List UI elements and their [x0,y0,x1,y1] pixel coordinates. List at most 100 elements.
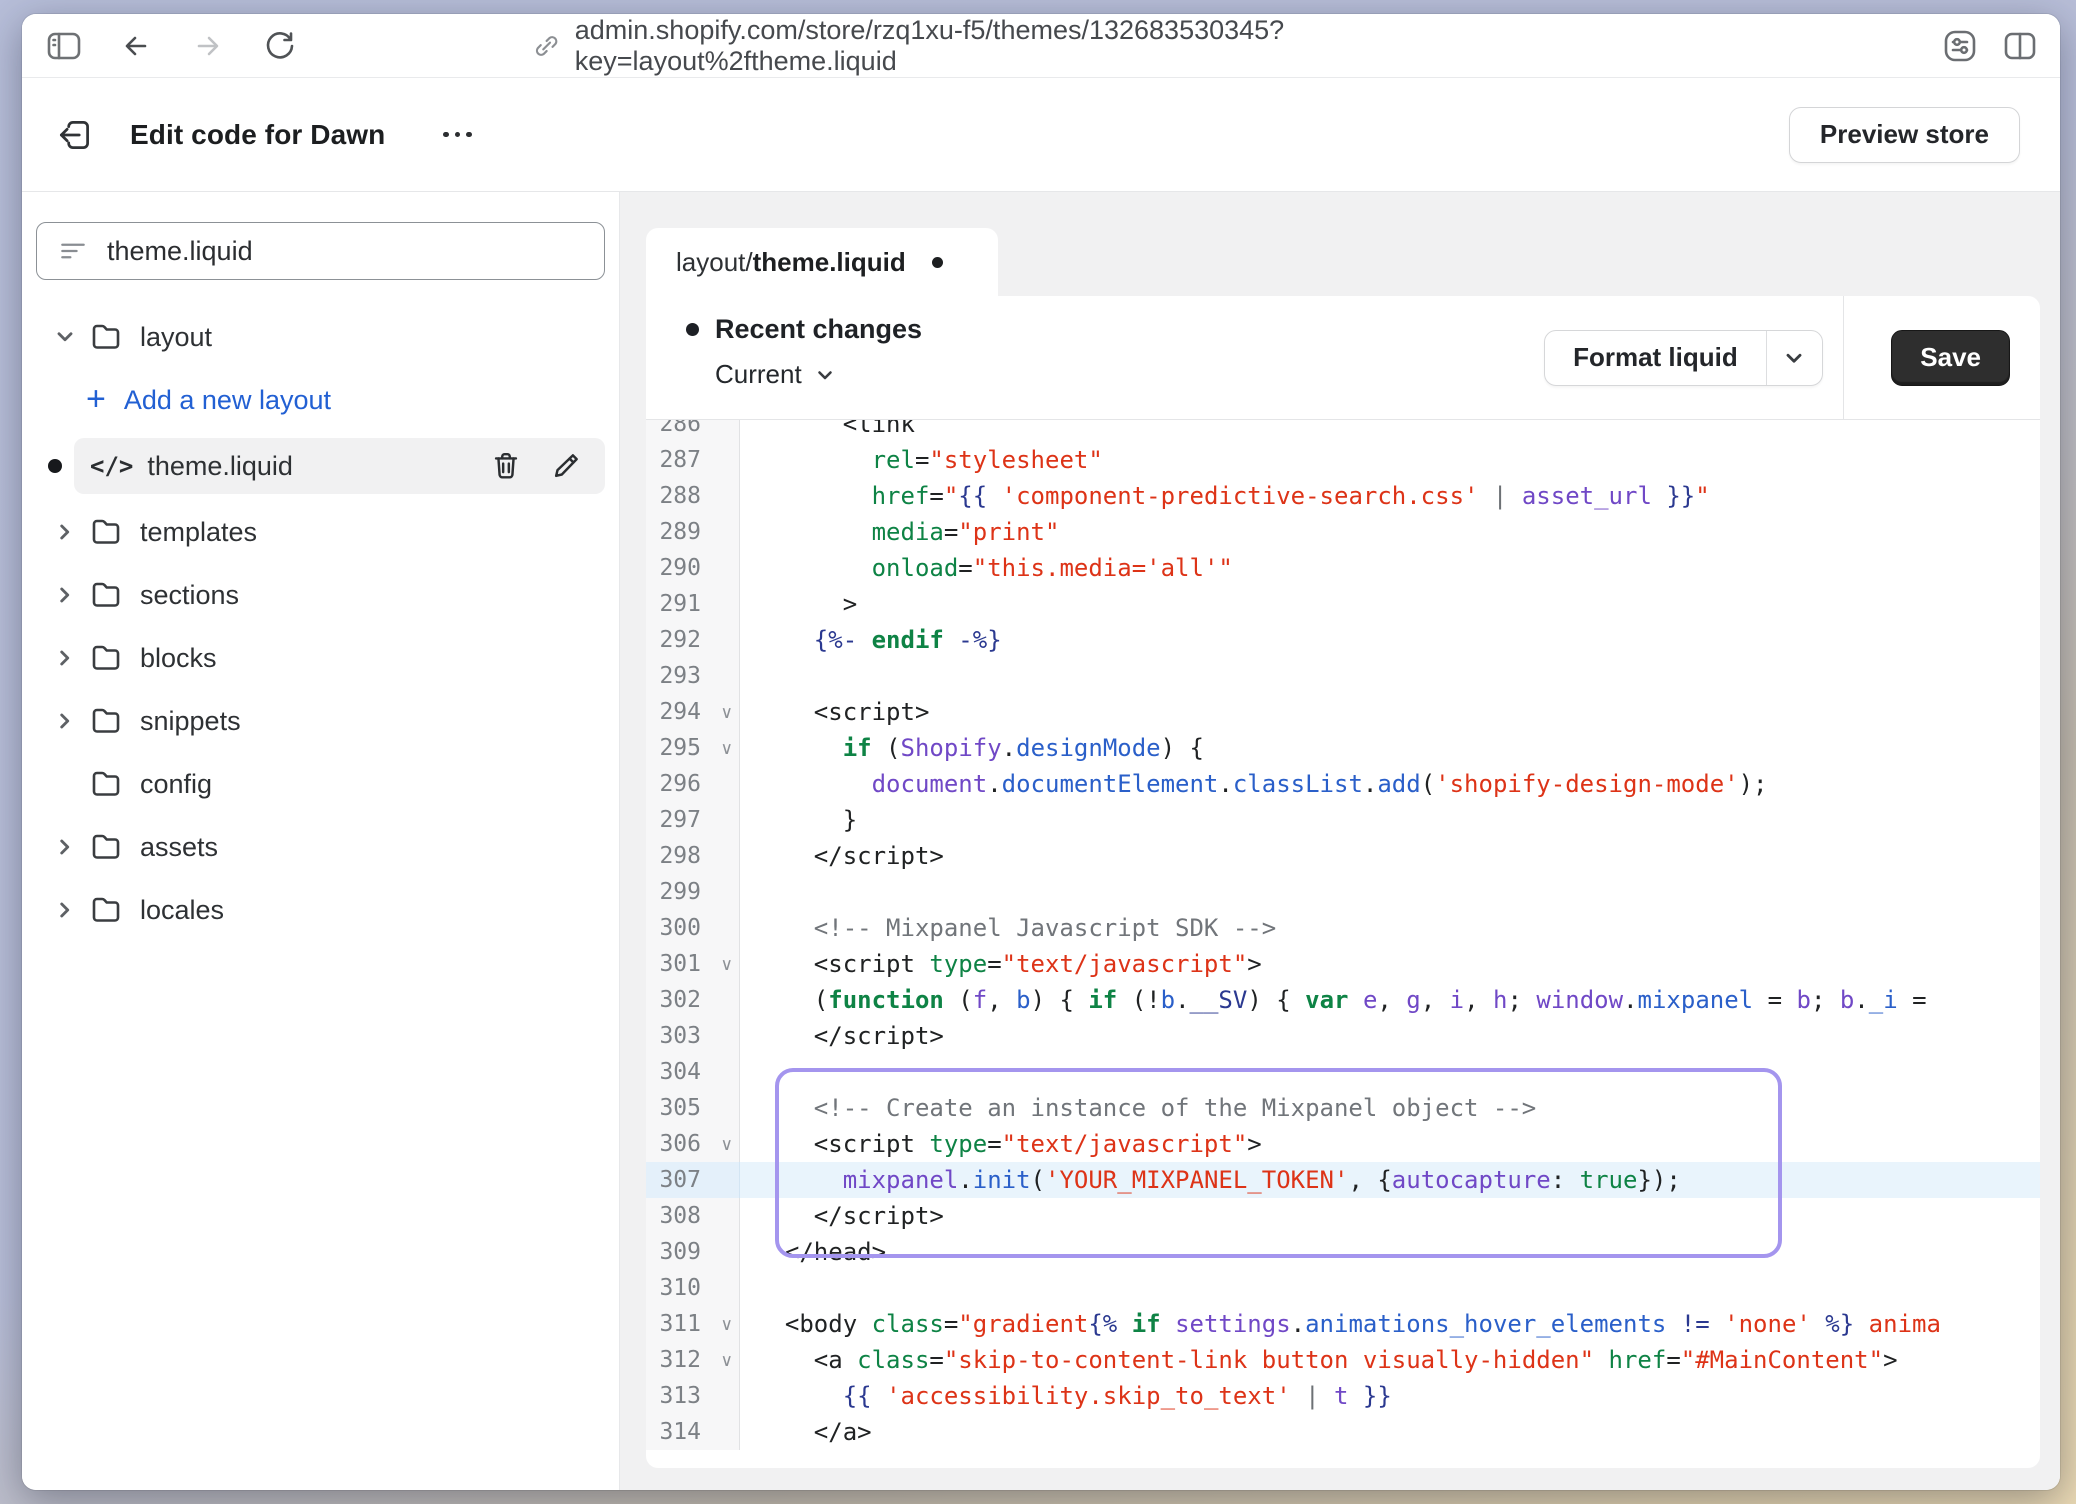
split-view-icon[interactable] [1998,24,2042,68]
code-line-311[interactable]: 311∨ <body class="gradient{% if settings… [646,1306,2040,1342]
sidebar-item-layout[interactable]: layout [36,312,605,362]
chevron-right-icon[interactable] [50,646,80,670]
code-text: </script> [740,842,944,870]
sidebar-item-sections[interactable]: sections [36,570,605,620]
code-line-300[interactable]: 300 <!-- Mixpanel Javascript SDK --> [646,910,2040,946]
fold-chevron-icon[interactable]: ∨ [721,739,733,759]
chevron-down-icon[interactable] [50,325,80,349]
code-line-290[interactable]: 290 onload="this.media='all'" [646,550,2040,586]
code-line-298[interactable]: 298 </script> [646,838,2040,874]
forward-icon[interactable] [186,24,230,68]
exit-icon[interactable] [52,112,98,158]
format-liquid-chevron[interactable] [1766,331,1822,385]
code-line-289[interactable]: 289 media="print" [646,514,2040,550]
pencil-icon[interactable] [549,449,583,483]
chevron-right-icon[interactable] [50,835,80,859]
code-line-297[interactable]: 297 } [646,802,2040,838]
folder-icon [88,703,124,739]
chevron-right-icon[interactable] [50,583,80,607]
reload-icon[interactable] [258,24,302,68]
search-input[interactable] [107,236,584,267]
recent-changes-bullet [686,323,699,336]
line-number: 300 [646,910,740,946]
chevron-right-icon[interactable] [50,520,80,544]
code-text: > [740,590,857,618]
code-line-288[interactable]: 288 href="{{ 'component-predictive-searc… [646,478,2040,514]
code-line-313[interactable]: 313 {{ 'accessibility.skip_to_text' | t … [646,1378,2040,1414]
preview-store-button[interactable]: Preview store [1789,107,2020,163]
code-editor[interactable]: 286 <link287 rel="stylesheet"288 href="{… [646,420,2040,1468]
folder-icon [88,766,124,802]
code-text: {%- endif -%} [740,626,1002,654]
code-line-299[interactable]: 299 [646,874,2040,910]
code-line-305[interactable]: 305 <!-- Create an instance of the Mixpa… [646,1090,2040,1126]
url-text: admin.shopify.com/store/rzq1xu-f5/themes… [575,15,1551,77]
sidebar-item-assets[interactable]: assets [36,822,605,872]
more-options-dots[interactable] [443,115,472,155]
code-line-310[interactable]: 310 [646,1270,2040,1306]
browser-window: admin.shopify.com/store/rzq1xu-f5/themes… [22,14,2060,1490]
code-line-292[interactable]: 292 {%- endif -%} [646,622,2040,658]
line-number: 301∨ [646,946,740,982]
code-line-307[interactable]: 307 mixpanel.init('YOUR_MIXPANEL_TOKEN',… [646,1162,2040,1198]
code-line-308[interactable]: 308 </script> [646,1198,2040,1234]
code-line-309[interactable]: 309 </head> [646,1234,2040,1270]
sidebar-item-templates[interactable]: templates [36,507,605,557]
code-line-286[interactable]: 286 <link [646,420,2040,442]
sidebar-item-add-a-new-layout[interactable]: +Add a new layout [36,375,605,425]
code-line-296[interactable]: 296 document.documentElement.classList.a… [646,766,2040,802]
code-line-306[interactable]: 306∨ <script type="text/javascript"> [646,1126,2040,1162]
code-line-287[interactable]: 287 rel="stylesheet" [646,442,2040,478]
tab-path-prefix: layout/ [676,247,753,278]
code-line-293[interactable]: 293 [646,658,2040,694]
line-number: 297 [646,802,740,838]
sidebar-item-config[interactable]: config [36,759,605,809]
line-number: 309 [646,1234,740,1270]
code-line-295[interactable]: 295∨ if (Shopify.designMode) { [646,730,2040,766]
version-dropdown[interactable]: Current [715,359,922,390]
format-liquid-button[interactable]: Format liquid [1545,331,1766,385]
code-text: <!-- Mixpanel Javascript SDK --> [740,914,1276,942]
chevron-right-icon[interactable] [50,898,80,922]
code-line-301[interactable]: 301∨ <script type="text/javascript"> [646,946,2040,982]
code-text: <script type="text/javascript"> [740,950,1262,978]
line-number: 302 [646,982,740,1018]
chevron-right-icon[interactable] [50,709,80,733]
file-sidebar: layout +Add a new layout </>theme.liquid te… [22,192,620,1490]
code-file-icon: </> [90,452,133,480]
sidebar-item-theme-liquid[interactable]: </>theme.liquid [36,438,605,494]
unsaved-changes-dot [932,257,943,268]
code-text: href="{{ 'component-predictive-search.cs… [740,482,1710,510]
fold-chevron-icon[interactable]: ∨ [721,1351,733,1371]
code-line-314[interactable]: 314 </a> [646,1414,2040,1450]
fold-chevron-icon[interactable]: ∨ [721,1135,733,1155]
file-search-box[interactable] [36,222,605,280]
address-bar[interactable]: admin.shopify.com/store/rzq1xu-f5/themes… [532,15,1551,77]
trash-icon[interactable] [489,449,523,483]
code-line-312[interactable]: 312∨ <a class="skip-to-content-link butt… [646,1342,2040,1378]
code-text: document.documentElement.classList.add('… [740,770,1768,798]
code-text: if (Shopify.designMode) { [740,734,1204,762]
sidebar-toggle-icon[interactable] [42,24,86,68]
save-button[interactable]: Save [1891,330,2010,386]
back-icon[interactable] [114,24,158,68]
fold-chevron-icon[interactable]: ∨ [721,955,733,975]
editor-panel: Recent changes Current Format [646,296,2040,1468]
fold-chevron-icon[interactable]: ∨ [721,1315,733,1335]
page-settings-icon[interactable] [1938,24,1982,68]
line-number: 287 [646,442,740,478]
code-line-302[interactable]: 302 (function (f, b) { if (!b.__SV) { va… [646,982,2040,1018]
code-line-304[interactable]: 304 [646,1054,2040,1090]
code-line-303[interactable]: 303 </script> [646,1018,2040,1054]
code-line-291[interactable]: 291 > [646,586,2040,622]
sidebar-item-locales[interactable]: locales [36,885,605,935]
fold-chevron-icon[interactable]: ∨ [721,703,733,723]
line-number: 294∨ [646,694,740,730]
code-line-294[interactable]: 294∨ <script> [646,694,2040,730]
code-text: {{ 'accessibility.skip_to_text' | t }} [740,1382,1392,1410]
tab-theme-liquid[interactable]: layout/theme.liquid [646,228,998,296]
editor-main: layout/theme.liquid Recent changes Curre… [620,192,2060,1490]
code-text: <link [740,420,915,438]
sidebar-item-snippets[interactable]: snippets [36,696,605,746]
sidebar-item-blocks[interactable]: blocks [36,633,605,683]
